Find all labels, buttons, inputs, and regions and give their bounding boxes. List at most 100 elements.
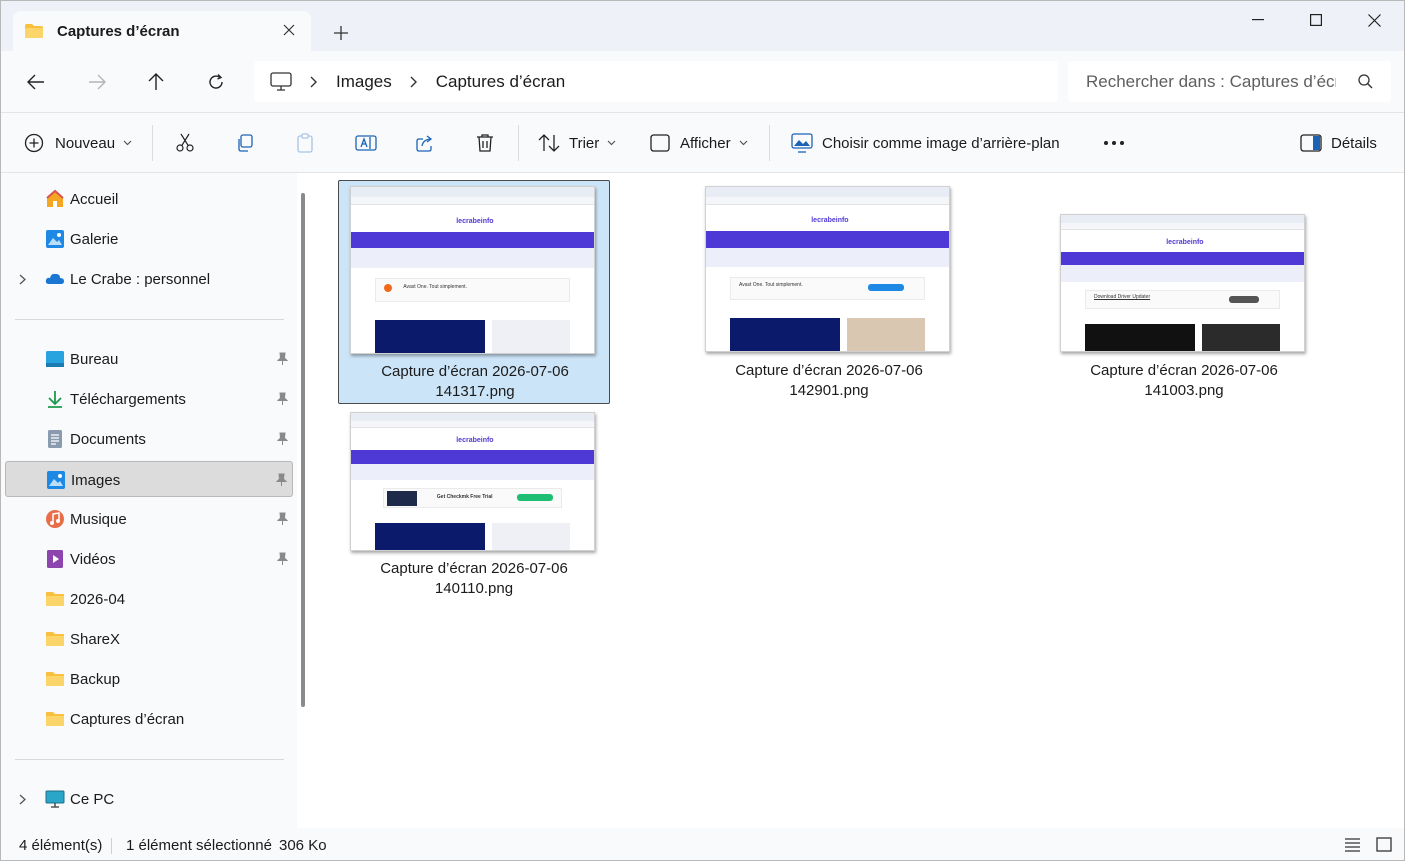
file-name-line1: Capture d’écran 2026-07-06 <box>381 363 569 380</box>
separator <box>15 319 284 320</box>
search-input[interactable] <box>1086 71 1336 92</box>
selection-count: 1 élément sélectionné <box>126 837 272 854</box>
new-button[interactable]: Nouveau <box>24 113 132 173</box>
close-tab-icon[interactable] <box>281 22 297 38</box>
up-arrow-icon[interactable] <box>142 68 170 96</box>
monitor-icon <box>270 71 292 91</box>
thumb-logo: lecrabeinfo <box>456 217 494 225</box>
file-name-line1: Capture d’écran 2026-07-06 <box>735 362 923 379</box>
sidebar-item-label: Musique <box>70 511 127 528</box>
pin-icon[interactable] <box>276 432 289 446</box>
details-pane-icon <box>1300 134 1322 152</box>
separator <box>152 125 153 161</box>
sidebar-item-folder-captures[interactable]: Captures d’écran <box>5 701 293 737</box>
file-item[interactable]: lecrabeinfo Download Driver Updater Capt… <box>1048 180 1320 404</box>
pin-icon[interactable] <box>276 512 289 526</box>
chevron-down-icon <box>607 140 616 146</box>
image-thumbnail: lecrabeinfo Avast One. Tout simplement. <box>705 186 950 352</box>
breadcrumb-captures[interactable]: Captures d’écran <box>436 72 565 92</box>
status-bar: 4 élément(s) 1 élément sélectionné 306 K… <box>1 828 1404 860</box>
file-item[interactable]: lecrabeinfo Avast One. Tout simplement. … <box>338 180 610 404</box>
sidebar-item-onedrive[interactable]: Le Crabe : personnel <box>5 261 293 297</box>
chevron-right-icon[interactable] <box>19 274 27 285</box>
file-name-line2: 141317.png <box>435 383 515 400</box>
folder-icon <box>46 712 64 726</box>
sidebar-item-label: Galerie <box>70 231 119 248</box>
copy-icon <box>238 134 253 152</box>
rename-button[interactable] <box>355 113 377 173</box>
refresh-icon[interactable] <box>202 68 230 96</box>
file-item[interactable]: lecrabeinfo Get Checkmk Free Trial Captu… <box>338 408 610 632</box>
pin-icon[interactable] <box>275 473 288 487</box>
address-bar[interactable]: Images Captures d’écran <box>254 61 1058 102</box>
chevron-down-icon <box>123 140 132 146</box>
wallpaper-label: Choisir comme image d’arrière-plan <box>822 134 1060 152</box>
sidebar-item-music[interactable]: Musique <box>5 501 293 537</box>
back-arrow-icon[interactable] <box>22 68 50 96</box>
view-label: Afficher <box>680 134 731 152</box>
folder-icon <box>46 672 64 686</box>
wallpaper-icon <box>791 133 813 153</box>
sidebar-item-label: 2026-04 <box>70 591 126 608</box>
sidebar-item-folder-2026-04[interactable]: 2026-04 <box>5 581 293 617</box>
sidebar-item-label: Images <box>71 472 121 489</box>
pin-icon[interactable] <box>276 552 289 566</box>
navigation-pane: Accueil Galerie Le Crabe : personnel Bur… <box>1 173 297 828</box>
sidebar-item-label: Téléchargements <box>70 391 186 408</box>
minimize-icon[interactable] <box>1229 1 1287 39</box>
sidebar-item-label: Le Crabe : personnel <box>70 271 211 288</box>
forward-arrow-icon[interactable] <box>83 68 111 96</box>
navigation-bar: Images Captures d’écran <box>1 51 1404 113</box>
download-icon <box>48 391 62 408</box>
sidebar-item-downloads[interactable]: Téléchargements <box>5 381 293 417</box>
sidebar-item-this-pc[interactable]: Ce PC <box>5 781 293 817</box>
file-item[interactable]: lecrabeinfo Avast One. Tout simplement. … <box>693 180 965 404</box>
maximize-icon[interactable] <box>1287 1 1345 39</box>
file-name-line2: 142901.png <box>789 382 869 399</box>
trash-icon <box>477 134 493 152</box>
breadcrumb-images[interactable]: Images <box>336 72 392 92</box>
sidebar-item-folder-backup[interactable]: Backup <box>5 661 293 697</box>
pin-icon[interactable] <box>276 352 289 366</box>
chevron-right-icon <box>310 76 317 87</box>
share-button[interactable] <box>415 113 435 173</box>
sort-button[interactable]: Trier <box>538 113 616 173</box>
sidebar-item-documents[interactable]: Documents <box>5 421 293 457</box>
copy-button[interactable] <box>235 113 255 173</box>
file-name-line1: Capture d’écran 2026-07-06 <box>1090 362 1278 379</box>
image-thumbnail: lecrabeinfo Get Checkmk Free Trial <box>350 412 595 551</box>
sidebar-item-home[interactable]: Accueil <box>5 181 293 217</box>
search-box[interactable] <box>1068 61 1391 102</box>
sidebar-scrollbar[interactable] <box>301 193 305 707</box>
sidebar-item-videos[interactable]: Vidéos <box>5 541 293 577</box>
music-icon <box>46 510 64 528</box>
set-wallpaper-button[interactable]: Choisir comme image d’arrière-plan <box>791 113 1060 173</box>
sidebar-item-desktop[interactable]: Bureau <box>5 341 293 377</box>
more-icon <box>1104 141 1124 145</box>
selection-size: 306 Ko <box>279 837 327 854</box>
large-icons-view-icon[interactable] <box>1376 837 1392 852</box>
details-button[interactable]: Détails <box>1300 113 1377 173</box>
close-window-icon[interactable] <box>1345 1 1403 39</box>
pin-icon[interactable] <box>276 392 289 406</box>
sidebar-item-gallery[interactable]: Galerie <box>5 221 293 257</box>
folder-icon <box>46 592 64 606</box>
thumb-logo: lecrabeinfo <box>811 217 849 225</box>
chevron-right-icon[interactable] <box>19 794 27 805</box>
new-tab-icon[interactable] <box>329 21 353 45</box>
tab-captures[interactable]: Captures d’écran <box>13 11 311 51</box>
clipboard-icon <box>297 133 313 153</box>
videos-icon <box>47 550 63 568</box>
view-button[interactable]: Afficher <box>650 113 748 173</box>
sidebar-item-pictures[interactable]: Images <box>5 461 293 497</box>
separator <box>769 125 770 161</box>
sidebar-item-label: Bureau <box>70 351 119 368</box>
delete-button[interactable] <box>475 113 495 173</box>
sidebar-item-folder-sharex[interactable]: ShareX <box>5 621 293 657</box>
search-icon[interactable] <box>1358 74 1373 89</box>
details-view-icon[interactable] <box>1345 838 1360 852</box>
more-options-button[interactable] <box>1103 113 1125 173</box>
paste-button[interactable] <box>295 113 315 173</box>
cut-button[interactable] <box>175 113 195 173</box>
command-bar: Nouveau Trier Afficher Choisir comme ima… <box>1 113 1404 173</box>
